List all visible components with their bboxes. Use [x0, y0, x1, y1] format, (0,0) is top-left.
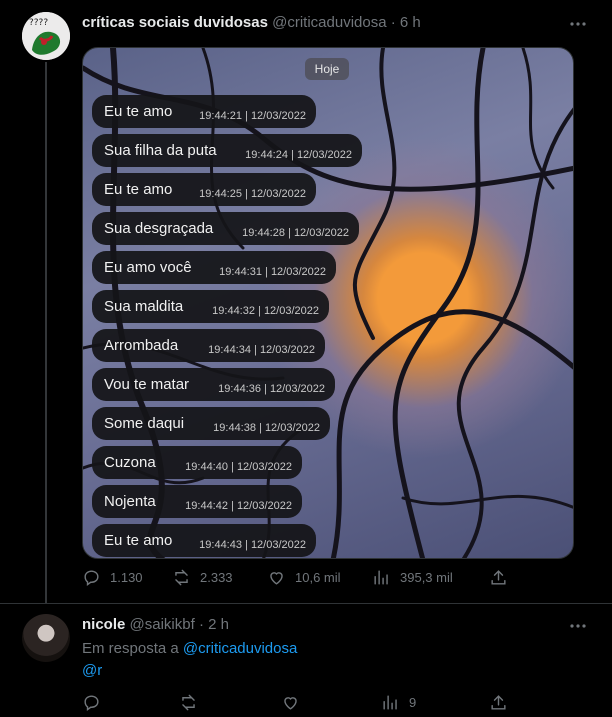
reply-to-link[interactable]: @criticaduvidosa: [183, 640, 297, 657]
author-name[interactable]: nicole: [82, 616, 125, 633]
like-icon: [284, 697, 297, 710]
reply-prefix: Em resposta a: [82, 640, 179, 657]
message-timestamp: 19:44:36 | 12/03/2022: [218, 383, 325, 395]
message-bubble: Sua desgraçada 19:44:28 | 12/03/2022: [92, 212, 359, 245]
reply-count: 1.130: [110, 570, 143, 585]
reply-icon: [84, 570, 99, 587]
tweet-header: críticas sociais duvidosas @criticaduvid…: [82, 14, 421, 31]
reply-context: Em resposta a @criticaduvidosa: [82, 640, 297, 657]
more-icon[interactable]: [568, 616, 588, 636]
mention-link[interactable]: @r: [82, 662, 102, 679]
message-timestamp: 19:44:21 | 12/03/2022: [199, 110, 306, 122]
tweet-actions: 9: [82, 693, 512, 715]
message-text: Sua maldita: [104, 298, 184, 315]
avatar-image: ????: [22, 12, 70, 60]
message-bubble: Eu te amo 19:44:43 | 12/03/2022: [92, 524, 316, 557]
message-timestamp: 19:44:31 | 12/03/2022: [219, 266, 326, 278]
message-text: Eu te amo: [104, 532, 173, 549]
message-text: Nojenta: [104, 493, 156, 510]
tweet-header: nicole @saikikbf · 2 h: [82, 616, 229, 633]
separator-dot: ·: [198, 616, 204, 633]
message-text: Eu te amo: [104, 103, 173, 120]
message-text: Some daqui: [104, 415, 185, 432]
views-icon: [374, 570, 388, 585]
svg-text:????: ????: [29, 18, 48, 28]
day-label: Hoje: [305, 58, 349, 80]
tweet-actions: 1.130 2.333 10,6 mil 395,3 mil: [82, 568, 512, 592]
like-count: 10,6 mil: [295, 570, 341, 585]
message-text: Eu te amo: [104, 181, 173, 198]
tweet-time[interactable]: 2 h: [208, 616, 229, 633]
separator-dot: ·: [390, 14, 396, 31]
reply-icon: [84, 695, 99, 712]
reply-button[interactable]: 1.130: [82, 568, 143, 587]
author-handle[interactable]: @saikikbf: [130, 616, 195, 633]
message-text: Eu amo você: [104, 259, 192, 276]
avatar[interactable]: ????: [22, 12, 70, 60]
reply-text: @r: [82, 662, 102, 679]
share-icon: [491, 570, 506, 585]
message-text: Vou te matar: [104, 376, 190, 393]
like-button[interactable]: 10,6 mil: [267, 568, 341, 587]
main-tweet[interactable]: ???? críticas sociais duvidosas @critica…: [0, 0, 612, 603]
message-timestamp: 19:44:34 | 12/03/2022: [208, 344, 315, 356]
more-icon[interactable]: [568, 14, 588, 34]
views-count: 395,3 mil: [400, 570, 453, 585]
share-button[interactable]: [489, 693, 508, 712]
retweet-icon: [182, 694, 195, 711]
message-timestamp: 19:44:40 | 12/03/2022: [185, 461, 292, 473]
author-name[interactable]: críticas sociais duvidosas: [82, 14, 268, 31]
message-bubble: Sua filha da puta 19:44:24 | 12/03/2022: [92, 134, 362, 167]
message-bubble: Cuzona 19:44:40 | 12/03/2022: [92, 446, 302, 479]
message-bubble: Eu amo você 19:44:31 | 12/03/2022: [92, 251, 336, 284]
reply-button[interactable]: [82, 693, 101, 712]
like-button[interactable]: [281, 693, 300, 712]
message-bubble: Sua maldita 19:44:32 | 12/03/2022: [92, 290, 329, 323]
reply-tweet[interactable]: nicole @saikikbf · 2 h Em resposta a @cr…: [0, 603, 612, 717]
views-button[interactable]: 9: [381, 693, 416, 712]
message-text: Arrombada: [104, 337, 179, 354]
message-timestamp: 19:44:38 | 12/03/2022: [213, 422, 320, 434]
retweet-count: 2.333: [200, 570, 233, 585]
message-bubble: Vou te matar 19:44:36 | 12/03/2022: [92, 368, 335, 401]
message-bubble: Some daqui 19:44:38 | 12/03/2022: [92, 407, 330, 440]
views-button[interactable]: 395,3 mil: [372, 568, 453, 587]
message-timestamp: 19:44:32 | 12/03/2022: [212, 305, 319, 317]
message-timestamp: 19:44:25 | 12/03/2022: [199, 188, 306, 200]
message-text: Sua filha da puta: [104, 142, 217, 159]
avatar[interactable]: [22, 614, 70, 662]
message-bubble: Nojenta 19:44:42 | 12/03/2022: [92, 485, 302, 518]
thread-line: [45, 62, 47, 603]
views-count: 9: [409, 695, 417, 710]
tweet-time[interactable]: 6 h: [400, 14, 421, 31]
retweet-icon: [175, 569, 188, 586]
like-icon: [270, 572, 283, 585]
retweet-button[interactable]: 2.333: [172, 568, 233, 587]
message-bubble: Eu te amo 19:44:25 | 12/03/2022: [92, 173, 316, 206]
share-icon: [491, 695, 506, 710]
message-bubble: Arrombada 19:44:34 | 12/03/2022: [92, 329, 325, 362]
tweet-media[interactable]: Hoje Eu te amo 19:44:21 | 12/03/2022 Sua…: [82, 47, 574, 559]
message-text: Cuzona: [104, 454, 156, 471]
share-button[interactable]: [489, 568, 508, 587]
message-timestamp: 19:44:24 | 12/03/2022: [245, 149, 352, 161]
message-text: Sua desgraçada: [104, 220, 214, 237]
message-timestamp: 19:44:43 | 12/03/2022: [199, 539, 306, 551]
retweet-button[interactable]: [179, 693, 198, 712]
message-timestamp: 19:44:28 | 12/03/2022: [242, 227, 349, 239]
author-handle[interactable]: @criticaduvidosa: [272, 14, 386, 31]
message-timestamp: 19:44:42 | 12/03/2022: [185, 500, 292, 512]
message-bubble: Eu te amo 19:44:21 | 12/03/2022: [92, 95, 316, 128]
views-icon: [383, 695, 397, 710]
